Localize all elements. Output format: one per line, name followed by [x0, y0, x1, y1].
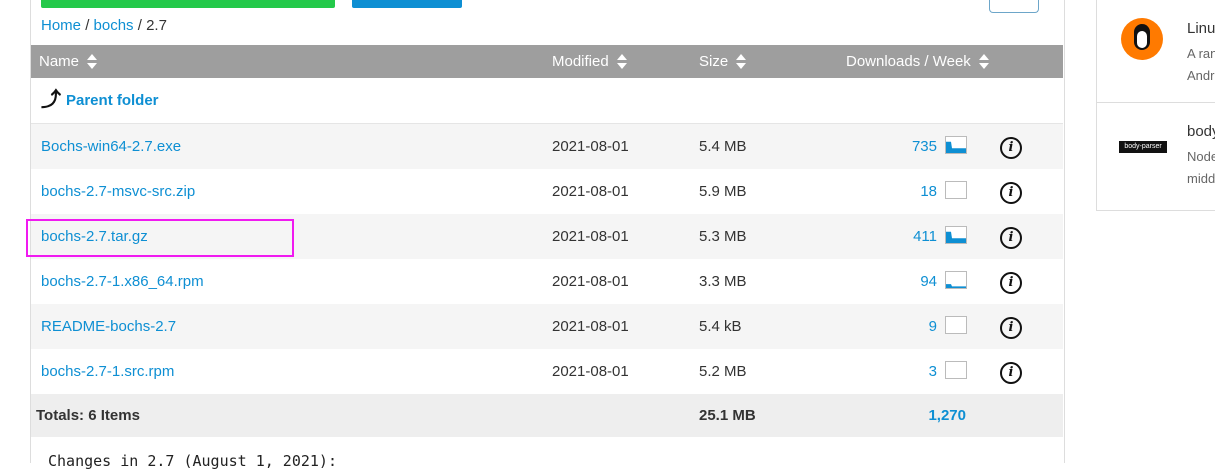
modified-date: 2021-08-01	[552, 183, 629, 200]
breadcrumb-current: 2.7	[146, 17, 167, 34]
file-size: 5.4 kB	[699, 318, 742, 335]
modified-date: 2021-08-01	[552, 318, 629, 335]
table-header: Name Modified Size Downloads / Week	[31, 45, 1063, 78]
file-name-link[interactable]: README-bochs-2.7	[41, 318, 176, 335]
downloads-count[interactable]: 94	[920, 273, 937, 290]
sparkline-icon[interactable]	[945, 136, 967, 154]
info-icon[interactable]: i	[1000, 362, 1022, 384]
sparkline-icon[interactable]	[945, 316, 967, 334]
parent-folder-row[interactable]: ⤴ Parent folder	[31, 78, 1063, 124]
info-icon[interactable]: i	[1000, 317, 1022, 339]
totals-label: Totals: 6 Items	[36, 407, 140, 424]
penguin-icon	[1121, 18, 1163, 60]
table-row: README-bochs-2.7 2021-08-01 5.4 kB 9 i	[31, 304, 1063, 349]
file-name-link[interactable]: Bochs-win64-2.7.exe	[41, 138, 181, 155]
breadcrumb-separator: /	[85, 17, 90, 34]
parent-folder-link[interactable]: Parent folder	[66, 92, 159, 109]
table-row: bochs-2.7-1.x86_64.rpm 2021-08-01 3.3 MB…	[31, 259, 1063, 304]
body-parser-logo: body-parser	[1119, 141, 1167, 153]
file-size: 5.4 MB	[699, 138, 747, 155]
file-name-link[interactable]: bochs-2.7-1.src.rpm	[41, 363, 174, 380]
file-size: 5.3 MB	[699, 228, 747, 245]
info-icon[interactable]: i	[1000, 227, 1022, 249]
file-size: 5.2 MB	[699, 363, 747, 380]
modified-date: 2021-08-01	[552, 228, 629, 245]
file-size: 5.9 MB	[699, 183, 747, 200]
info-icon[interactable]: i	[1000, 272, 1022, 294]
sparkline-icon[interactable]	[945, 361, 967, 379]
modified-column-header[interactable]: Modified	[552, 53, 627, 70]
downloads-column-header[interactable]: Downloads / Week	[846, 53, 989, 70]
sparkline-icon[interactable]	[945, 181, 967, 199]
file-size: 3.3 MB	[699, 273, 747, 290]
sort-icon[interactable]	[616, 53, 627, 70]
modified-date: 2021-08-01	[552, 273, 629, 290]
sidebar-item-description: A ran Andr	[1187, 46, 1215, 83]
totals-size: 25.1 MB	[699, 407, 756, 424]
breadcrumb-project-link[interactable]: bochs	[94, 17, 134, 34]
table-row: bochs-2.7-msvc-src.zip 2021-08-01 5.9 MB…	[31, 169, 1063, 214]
name-column-header[interactable]: Name	[39, 53, 98, 70]
downloads-count[interactable]: 18	[920, 183, 937, 200]
table-row: Bochs-win64-2.7.exe 2021-08-01 5.4 MB 73…	[31, 124, 1063, 169]
downloads-count[interactable]: 3	[929, 363, 937, 380]
sort-icon[interactable]	[978, 53, 989, 70]
table-row: bochs-2.7-1.src.rpm 2021-08-01 5.2 MB 3 …	[31, 349, 1063, 394]
downloads-count[interactable]: 9	[929, 318, 937, 335]
sidebar-item-description: Node midd	[1187, 149, 1215, 186]
totals-row: Totals: 6 Items 25.1 MB 1,270	[31, 394, 1063, 437]
parent-folder-arrow-icon: ⤴	[41, 89, 61, 111]
info-icon[interactable]: i	[1000, 137, 1022, 159]
totals-downloads[interactable]: 1,270	[928, 407, 966, 424]
downloads-count[interactable]: 735	[912, 138, 937, 155]
modified-date: 2021-08-01	[552, 138, 629, 155]
sort-icon[interactable]	[736, 53, 747, 70]
size-column-header[interactable]: Size	[699, 53, 747, 70]
sidebar-item-title[interactable]: Linu	[1187, 20, 1215, 37]
breadcrumb-home-link[interactable]: Home	[41, 17, 81, 34]
info-icon[interactable]: i	[1000, 182, 1022, 204]
file-name-link[interactable]: bochs-2.7-msvc-src.zip	[41, 183, 195, 200]
breadcrumb: Home / bochs / 2.7	[41, 17, 167, 34]
sidebar-item[interactable]: body-parser body Node midd	[1097, 103, 1215, 205]
sparkline-icon[interactable]	[945, 226, 967, 244]
sidebar-item[interactable]: Linu A ran Andr	[1097, 0, 1215, 103]
downloads-count[interactable]: 411	[913, 228, 937, 245]
selection-highlight-box	[26, 219, 294, 257]
sparkline-icon[interactable]	[945, 271, 967, 289]
breadcrumb-separator: /	[137, 17, 142, 34]
release-notes-text: Changes in 2.7 (August 1, 2021):	[48, 452, 337, 470]
modified-date: 2021-08-01	[552, 363, 629, 380]
sidebar-ad-panel: Linu A ran Andr body-parser body Node mi…	[1096, 0, 1215, 211]
file-name-link[interactable]: bochs-2.7-1.x86_64.rpm	[41, 273, 204, 290]
sort-icon[interactable]	[87, 53, 98, 70]
sidebar-item-title[interactable]: body	[1187, 123, 1215, 140]
